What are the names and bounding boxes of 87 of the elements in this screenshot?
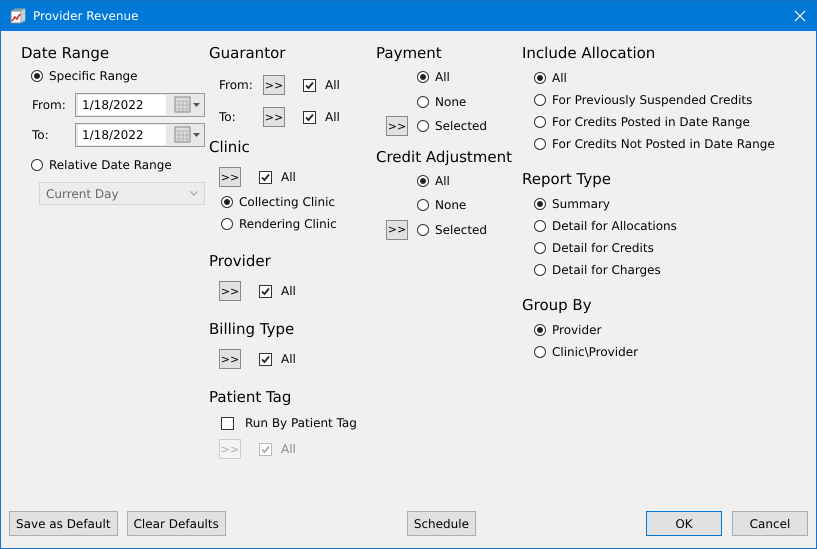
section-heading: Group By xyxy=(522,295,593,315)
radio-button[interactable] xyxy=(417,120,429,132)
radio-button[interactable] xyxy=(221,196,233,208)
radio-button[interactable] xyxy=(417,199,429,212)
radio-label: For Previously Suspended Credits xyxy=(552,93,752,107)
checkbox[interactable] xyxy=(303,78,316,92)
radio-label: All xyxy=(435,70,450,84)
radio-label: Relative Date Range xyxy=(49,158,172,172)
section-heading: Payment xyxy=(376,43,443,63)
radio-button[interactable] xyxy=(534,116,546,128)
checkbox-label: All xyxy=(325,110,340,124)
select-button[interactable]: >> xyxy=(219,349,241,369)
radio-label: Detail for Charges xyxy=(552,263,661,277)
section-heading: Include Allocation xyxy=(522,43,656,63)
checkbox[interactable] xyxy=(259,352,272,366)
dialog-button[interactable]: Schedule xyxy=(406,511,476,536)
radio-button[interactable] xyxy=(534,94,546,106)
calendar-icon xyxy=(174,126,202,144)
select-button[interactable]: >> xyxy=(219,281,241,301)
radio-button[interactable] xyxy=(417,224,429,236)
dialog-button[interactable]: Cancel xyxy=(732,511,808,536)
radio-label: Selected xyxy=(435,119,488,134)
field-label: From: xyxy=(31,98,67,112)
select-button[interactable]: >> xyxy=(386,116,408,136)
dialog-button[interactable]: Save as Default xyxy=(9,511,118,536)
checkbox-label: All xyxy=(281,284,296,298)
select-button[interactable]: >> xyxy=(263,75,285,95)
section-heading: Provider xyxy=(209,251,272,271)
radio-label: None xyxy=(435,198,466,212)
radio-button[interactable] xyxy=(31,70,43,82)
checkbox-label: All xyxy=(281,442,296,456)
radio-label: For Credits Not Posted in Date Range xyxy=(552,137,775,151)
radio-button[interactable] xyxy=(417,174,429,187)
radio-label: Summary xyxy=(552,197,610,211)
field-label: To: xyxy=(219,110,237,124)
radio-label: Selected xyxy=(435,222,488,237)
section-heading: Patient Tag xyxy=(209,387,292,407)
field-label: From: xyxy=(219,78,254,92)
select-button[interactable]: >> xyxy=(263,107,285,127)
radio-button[interactable] xyxy=(534,72,546,84)
radio-button[interactable] xyxy=(534,220,546,232)
radio-button[interactable] xyxy=(534,324,546,336)
radio-button[interactable] xyxy=(534,198,546,210)
section-heading: Guarantor xyxy=(209,43,286,63)
checkbox-label: Run By Patient Tag xyxy=(245,416,357,430)
radio-button[interactable] xyxy=(534,264,546,276)
section-heading: Report Type xyxy=(522,169,612,189)
radio-button[interactable] xyxy=(534,346,546,358)
chevron-icon xyxy=(190,191,198,196)
checkbox[interactable] xyxy=(303,110,316,124)
section-heading: Billing Type xyxy=(209,319,296,339)
radio-label: All xyxy=(552,71,567,85)
radio-button[interactable] xyxy=(221,218,233,230)
field-label: To: xyxy=(31,128,50,142)
radio-button[interactable] xyxy=(31,159,43,171)
radio-button[interactable] xyxy=(417,96,429,108)
checkbox[interactable] xyxy=(259,284,272,298)
radio-button[interactable] xyxy=(534,138,546,150)
checkbox-label: All xyxy=(281,170,296,184)
select-button[interactable]: >> xyxy=(386,220,408,240)
radio-label: Detail for Allocations xyxy=(552,219,677,233)
date-picker[interactable]: 1/18/2022 xyxy=(75,93,205,117)
checkbox-label: All xyxy=(325,78,340,92)
section-heading: Date Range xyxy=(21,43,110,63)
date-picker[interactable]: 1/18/2022 xyxy=(75,123,205,147)
radio-label: Provider xyxy=(552,323,602,337)
checkbox[interactable] xyxy=(259,170,272,184)
radio-label: Detail for Credits xyxy=(552,241,654,255)
checkbox-label: All xyxy=(281,352,296,366)
radio-button[interactable] xyxy=(417,71,429,84)
select-button[interactable]: >> xyxy=(219,167,241,187)
radio-label: All xyxy=(435,174,450,188)
radio-label: Clinic\Provider xyxy=(552,345,638,359)
document-chart-icon xyxy=(10,8,26,24)
dialog-button[interactable]: Clear Defaults xyxy=(126,511,226,536)
radio-button[interactable] xyxy=(534,242,546,254)
calendar-icon xyxy=(174,96,202,114)
section-heading: Clinic xyxy=(209,137,251,157)
close-icon xyxy=(794,10,806,22)
radio-label: For Credits Posted in Date Range xyxy=(552,115,750,129)
dialog-button[interactable]: OK xyxy=(646,511,722,536)
section-heading: Credit Adjustment xyxy=(376,146,513,166)
radio-label: None xyxy=(435,94,466,109)
radio-label: Rendering Clinic xyxy=(239,217,337,231)
window-title: Provider Revenue xyxy=(33,9,140,23)
radio-label: Collecting Clinic xyxy=(239,195,336,209)
radio-label: Specific Range xyxy=(49,69,138,83)
